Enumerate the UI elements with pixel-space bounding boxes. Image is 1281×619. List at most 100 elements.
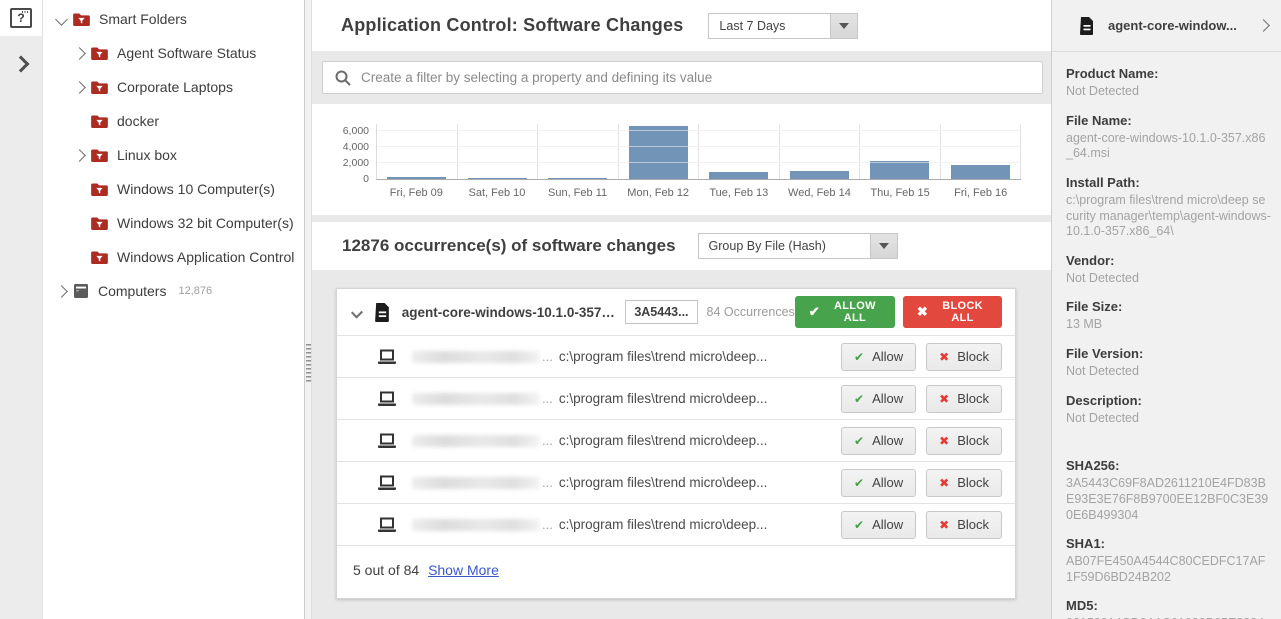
chart-bar-slot bbox=[699, 124, 780, 179]
x-axis-tick-label: Mon, Feb 12 bbox=[618, 187, 699, 199]
time-range-dropdown[interactable]: Last 7 Days bbox=[708, 13, 858, 39]
chart-bar[interactable] bbox=[790, 171, 849, 179]
allow-button[interactable]: ✔Allow bbox=[841, 385, 916, 413]
left-rail: ? bbox=[0, 0, 43, 619]
chart-bar-slot bbox=[780, 124, 861, 179]
chevron-right-icon[interactable] bbox=[71, 151, 87, 160]
app-root: ? Smart Folders Agent Software Status Corp… bbox=[0, 0, 1281, 619]
sidebar-item-windows-application-control[interactable]: Windows Application Control bbox=[43, 240, 304, 274]
allow-button[interactable]: ✔Allow bbox=[841, 469, 916, 497]
chart-bar[interactable] bbox=[387, 177, 446, 179]
block-button[interactable]: ✖ Block bbox=[926, 469, 1002, 497]
chart-bar[interactable] bbox=[951, 165, 1010, 179]
block-button[interactable]: ✖Block bbox=[926, 427, 1002, 455]
sidebar-item-label: Windows 10 Computer(s) bbox=[117, 181, 275, 197]
collapse-group-icon[interactable] bbox=[351, 306, 363, 318]
block-button[interactable]: ✖Block bbox=[926, 385, 1002, 413]
chart-bar[interactable] bbox=[548, 178, 607, 179]
x-icon: ✖ bbox=[939, 476, 949, 490]
hash-badge[interactable]: 3A5443... bbox=[625, 300, 697, 324]
occurrences-title: 12876 occurrence(s) of software changes bbox=[342, 236, 676, 256]
redacted-computer-name bbox=[412, 393, 540, 405]
sidebar-item-agent-software-status[interactable]: Agent Software Status bbox=[43, 36, 304, 70]
group-card-header: agent-core-windows-10.1.0-357.x86_64... … bbox=[337, 289, 1015, 335]
block-label: Block bbox=[957, 475, 989, 490]
rail-top: ? bbox=[0, 0, 42, 36]
help-icon-glyph: ? bbox=[17, 11, 24, 25]
expand-details-icon[interactable] bbox=[1257, 19, 1270, 32]
sidebar-item-docker[interactable]: docker bbox=[43, 104, 304, 138]
detail-field-file-version: File Version:Not Detected bbox=[1066, 346, 1271, 380]
sidebar-item-corporate-laptops[interactable]: Corporate Laptops bbox=[43, 70, 304, 104]
group-by-value: Group By File (Hash) bbox=[699, 234, 870, 258]
smart-folder-icon bbox=[91, 251, 108, 264]
group-by-dropdown[interactable]: Group By File (Hash) bbox=[698, 233, 898, 259]
chart-x-axis-labels: Fri, Feb 09Sat, Feb 10Sun, Feb 11Mon, Fe… bbox=[376, 187, 1021, 199]
detail-field-label: File Name: bbox=[1066, 113, 1271, 128]
filter-search-input[interactable]: Create a filter by selecting a property … bbox=[322, 61, 1043, 94]
chevron-right-icon[interactable] bbox=[53, 287, 69, 296]
panel-splitter[interactable] bbox=[305, 0, 312, 619]
chart-bar[interactable] bbox=[629, 126, 688, 179]
sidebar-item-windows-10-computer-s[interactable]: Windows 10 Computer(s) bbox=[43, 172, 304, 206]
help-icon[interactable]: ? bbox=[10, 8, 32, 28]
allow-button[interactable]: ✔Allow bbox=[841, 427, 916, 455]
sidebar-item-label: Windows Application Control bbox=[117, 249, 294, 265]
sidebar-item-label: Smart Folders bbox=[99, 11, 187, 27]
sidebar-item-smart-folders[interactable]: Smart Folders bbox=[43, 2, 304, 36]
allow-button[interactable]: ✔ Allow bbox=[841, 511, 916, 539]
allow-label: Allow bbox=[872, 517, 903, 532]
detail-field-install-path: Install Path:c:\program files\trend micr… bbox=[1066, 175, 1271, 240]
computer-icon bbox=[377, 517, 397, 533]
check-icon: ✔ bbox=[854, 518, 864, 532]
smart-folder-icon bbox=[91, 149, 108, 162]
sidebar-item-label: Agent Software Status bbox=[117, 45, 256, 61]
file-icon bbox=[375, 303, 390, 322]
block-button[interactable]: ✖Block bbox=[926, 511, 1002, 539]
detail-field-product-name: Product Name:Not Detected bbox=[1066, 66, 1271, 100]
chevron-right-icon[interactable] bbox=[71, 49, 87, 58]
chart-plot-area: 02,0004,0006,000 bbox=[376, 124, 1021, 180]
redacted-ellipsis: ... bbox=[542, 475, 553, 490]
sidebar-item-linux-box[interactable]: Linux box bbox=[43, 138, 304, 172]
allow-label: Allow bbox=[872, 391, 903, 406]
chevron-right-icon[interactable] bbox=[71, 83, 87, 92]
details-fields: Product Name:Not Detected File Name:agent… bbox=[1052, 52, 1281, 619]
gridline bbox=[377, 130, 1021, 131]
detail-field-label: SHA1: bbox=[1066, 536, 1271, 551]
file-path: c:\program files\trend micro\deep... bbox=[559, 517, 768, 532]
computer-icon bbox=[73, 283, 89, 299]
chevron-down-icon[interactable] bbox=[53, 15, 69, 24]
block-all-button[interactable]: ✖ BLOCK ALL bbox=[903, 296, 1002, 328]
redacted-computer-name bbox=[412, 519, 540, 531]
chart-bar[interactable] bbox=[870, 161, 929, 179]
allow-label: Allow bbox=[872, 349, 903, 364]
block-label: Block bbox=[957, 349, 989, 364]
page-title: Application Control: Software Changes bbox=[341, 15, 683, 36]
collapse-panel-button[interactable] bbox=[0, 36, 42, 92]
check-icon: ✔ bbox=[854, 434, 864, 448]
page-header: Application Control: Software Changes La… bbox=[312, 0, 1051, 51]
show-more-link[interactable]: Show More bbox=[428, 562, 499, 578]
dropdown-arrow-icon bbox=[870, 234, 897, 258]
chart-bar[interactable] bbox=[468, 178, 527, 179]
chart-bar[interactable] bbox=[709, 172, 768, 179]
sidebar-item-computers[interactable]: Computers12,876 bbox=[43, 274, 304, 308]
detail-field-file-name: File Name:agent-core-windows-10.1.0-357.… bbox=[1066, 113, 1271, 162]
detail-field-label: SHA256: bbox=[1066, 458, 1271, 473]
x-axis-tick-label: Tue, Feb 13 bbox=[699, 187, 780, 199]
card-footer: 5 out of 84 Show More bbox=[337, 545, 1015, 598]
detail-field-label: File Size: bbox=[1066, 299, 1271, 314]
allow-all-button[interactable]: ✔ ALLOW ALL bbox=[795, 296, 895, 328]
x-axis-tick-label: Sat, Feb 10 bbox=[457, 187, 538, 199]
time-range-value: Last 7 Days bbox=[709, 14, 830, 38]
block-label: Block bbox=[957, 433, 989, 448]
sidebar-item-windows-32-bit-computer-s[interactable]: Windows 32 bit Computer(s) bbox=[43, 206, 304, 240]
y-axis-tick-label: 4,000 bbox=[327, 141, 369, 153]
y-axis-tick-label: 0 bbox=[327, 173, 369, 185]
check-icon: ✔ bbox=[854, 350, 864, 364]
redacted-computer-name bbox=[412, 477, 540, 489]
y-axis-tick-label: 2,000 bbox=[327, 157, 369, 169]
block-button[interactable]: ✖Block bbox=[926, 343, 1002, 371]
allow-button[interactable]: ✔ Allow bbox=[841, 343, 916, 371]
